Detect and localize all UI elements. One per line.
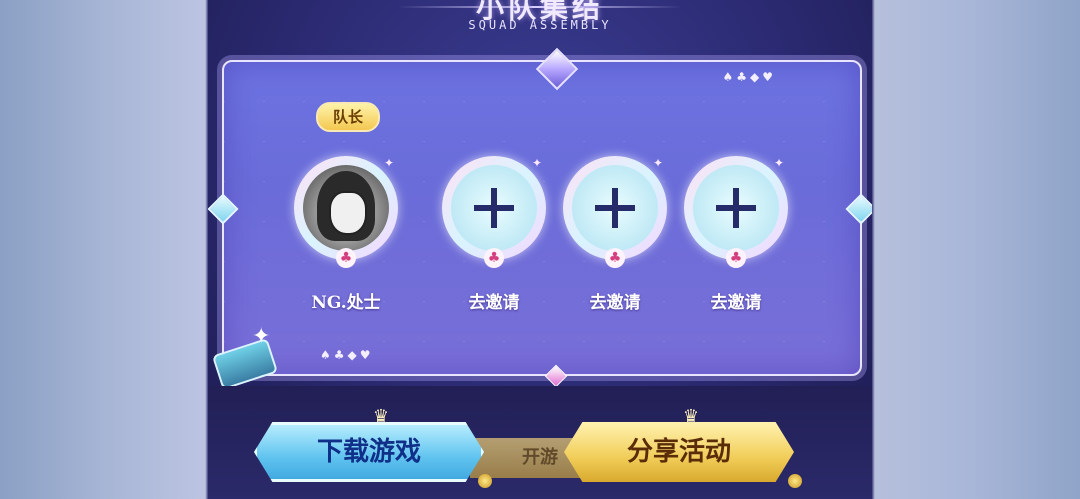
sparkle-icon: ✦ bbox=[773, 156, 784, 170]
plus-icon bbox=[716, 188, 756, 228]
sparkle-icon: ✦ bbox=[383, 156, 394, 170]
download-game-button[interactable]: 下载游戏 bbox=[254, 422, 484, 482]
invite-link-3[interactable]: 去邀请 bbox=[676, 288, 796, 313]
page-subtitle: SQUAD ASSEMBLY bbox=[468, 18, 612, 32]
treasure-chest-icon[interactable]: ✦ bbox=[208, 324, 279, 391]
slot-inner bbox=[693, 165, 779, 251]
clover-icon: ♣ bbox=[484, 248, 504, 268]
share-activity-button[interactable]: 分享活动 bbox=[564, 422, 794, 482]
bottom-action-bar: 开游 ♛ ♛ 下载游戏 分享活动 bbox=[208, 386, 872, 499]
coin-icon bbox=[788, 474, 802, 488]
avatar bbox=[303, 165, 389, 251]
squad-panel: ♠♣◆♥ ♠♣◆♥ 队长 ✦ ♣ NG.处士 ✦ ♣ 去邀请 ✦ ♣ 去邀请 ✦… bbox=[208, 47, 872, 388]
clover-icon: ♣ bbox=[336, 248, 356, 268]
member-slot-leader[interactable]: ✦ ♣ bbox=[294, 156, 398, 268]
sparkle-icon: ✦ bbox=[531, 156, 542, 170]
sparkle-icon: ✦ bbox=[652, 156, 663, 170]
invite-link-1[interactable]: 去邀请 bbox=[434, 288, 554, 313]
card-suits-bottom: ♠♣◆♥ bbox=[320, 348, 374, 362]
crown-icon: ♛ bbox=[372, 406, 390, 427]
clover-icon: ♣ bbox=[605, 248, 625, 268]
plus-icon bbox=[595, 188, 635, 228]
invite-slot-3[interactable]: ✦ ♣ bbox=[684, 156, 788, 268]
member-name: NG.处士 bbox=[311, 293, 381, 313]
plus-icon bbox=[474, 188, 514, 228]
clover-icon: ♣ bbox=[726, 248, 746, 268]
invite-slot-2[interactable]: ✦ ♣ bbox=[563, 156, 667, 268]
leader-badge: 队长 bbox=[316, 102, 380, 132]
slot-inner bbox=[451, 165, 537, 251]
avatar-face bbox=[329, 191, 367, 235]
invite-link-2[interactable]: 去邀请 bbox=[555, 288, 675, 313]
card-suits-top: ♠♣◆♥ bbox=[722, 70, 776, 84]
crown-icon: ♛ bbox=[682, 406, 700, 427]
coin-icon bbox=[478, 474, 492, 488]
invite-slot-1[interactable]: ✦ ♣ bbox=[442, 156, 546, 268]
game-screen: 小队集结 SQUAD ASSEMBLY ♠♣◆♥ ♠♣◆♥ 队长 ✦ ♣ NG.… bbox=[208, 0, 872, 499]
sparkle-icon: ✦ bbox=[252, 324, 271, 349]
slot-inner bbox=[572, 165, 658, 251]
